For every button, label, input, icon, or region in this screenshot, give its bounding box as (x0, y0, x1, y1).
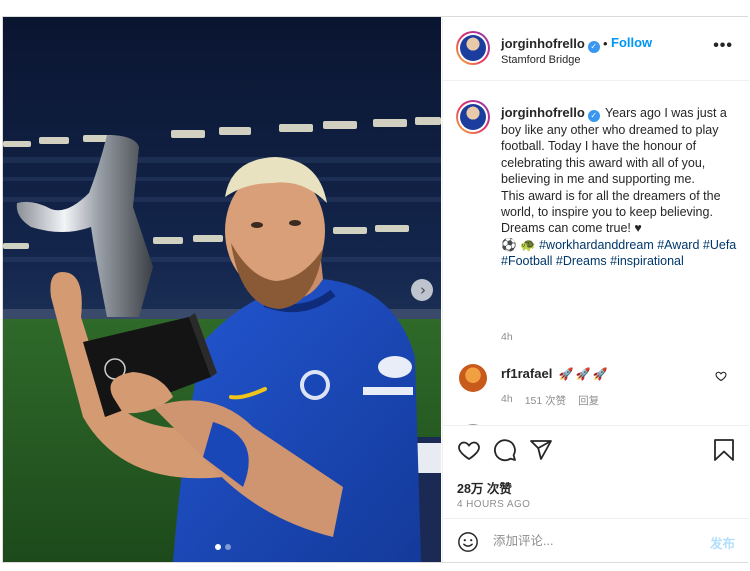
comment-icon[interactable] (493, 438, 517, 462)
comment-like-count[interactable]: 151 次赞 (525, 393, 566, 408)
carousel-next-button[interactable]: › (411, 279, 433, 301)
caption-username-link[interactable]: jorginhofrello ✓ (501, 105, 600, 122)
bookmark-icon[interactable] (713, 438, 735, 462)
hashtag-link[interactable]: #Football (501, 254, 552, 268)
photo-illustration (3, 17, 441, 562)
hashtag-link[interactable]: #Uefa (703, 238, 736, 252)
location-link[interactable]: Stamford Bridge (501, 54, 580, 66)
hashtag-link[interactable]: #Dreams (556, 254, 607, 268)
carousel-indicator (215, 544, 231, 550)
follow-button[interactable]: Follow (611, 35, 652, 50)
add-comment-bar: 发布 (443, 518, 749, 563)
hashtag-link[interactable]: #inspirational (610, 254, 684, 268)
add-comment-input[interactable] (493, 528, 693, 554)
share-icon[interactable] (529, 438, 553, 462)
separator-dot: • (603, 36, 608, 51)
post-modal: › jorginhofrello ✓ • Follow Stamford Brid… (2, 16, 749, 563)
username-text: jorginhofrello (501, 105, 585, 120)
comment-text: rf1rafael 🚀🚀🚀 (501, 366, 610, 381)
post-header: jorginhofrello ✓ • Follow Stamford Bridge… (443, 17, 749, 81)
avatar[interactable] (456, 100, 490, 134)
more-options-icon[interactable]: ••• (713, 37, 733, 55)
emoji-icon[interactable] (457, 531, 479, 553)
carousel-dot (215, 544, 221, 550)
avatar[interactable] (456, 31, 490, 65)
likes-count[interactable]: 28万 次赞 (457, 478, 512, 497)
comment-username-link[interactable]: rf1rafael (501, 366, 552, 381)
caption-text: jorginhofrello ✓ Years ago I was just a b… (501, 105, 737, 270)
rocket-emojis: 🚀🚀🚀 (558, 367, 610, 381)
hashtag-link[interactable]: #Award (657, 238, 699, 252)
caption-timestamp[interactable]: 4h (501, 331, 513, 343)
hashtag-link[interactable]: #workhardanddream (539, 238, 654, 252)
chevron-right-icon: › (420, 280, 426, 299)
post-photo[interactable]: › (3, 17, 441, 562)
comment-like-heart-icon[interactable] (715, 370, 727, 382)
caption-emojis: ⚽ 🐢 (501, 237, 536, 252)
comments-list[interactable]: jorginhofrello ✓ Years ago I was just a b… (443, 82, 749, 425)
carousel-dot (225, 544, 231, 550)
caption-paragraph-2: This award is for all the dreamers of th… (501, 188, 721, 236)
post-timestamp[interactable]: 4 HOURS AGO (457, 499, 530, 510)
author-username-link[interactable]: jorginhofrello ✓ (501, 36, 600, 53)
reply-button[interactable]: 回复 (578, 393, 599, 408)
heart-icon[interactable] (457, 438, 481, 462)
action-bar: 28万 次赞 4 HOURS AGO 发布 (443, 425, 749, 562)
verified-badge-icon: ✓ (587, 41, 600, 53)
post-side-panel: jorginhofrello ✓ • Follow Stamford Bridge… (442, 17, 749, 562)
publish-button[interactable]: 发布 (710, 533, 735, 552)
verified-badge-icon: ✓ (587, 110, 600, 122)
username-text: jorginhofrello (501, 36, 585, 51)
avatar[interactable] (459, 364, 487, 392)
comment-timestamp[interactable]: 4h (501, 393, 513, 408)
comment-meta: 4h 151 次赞 回复 (501, 393, 599, 408)
